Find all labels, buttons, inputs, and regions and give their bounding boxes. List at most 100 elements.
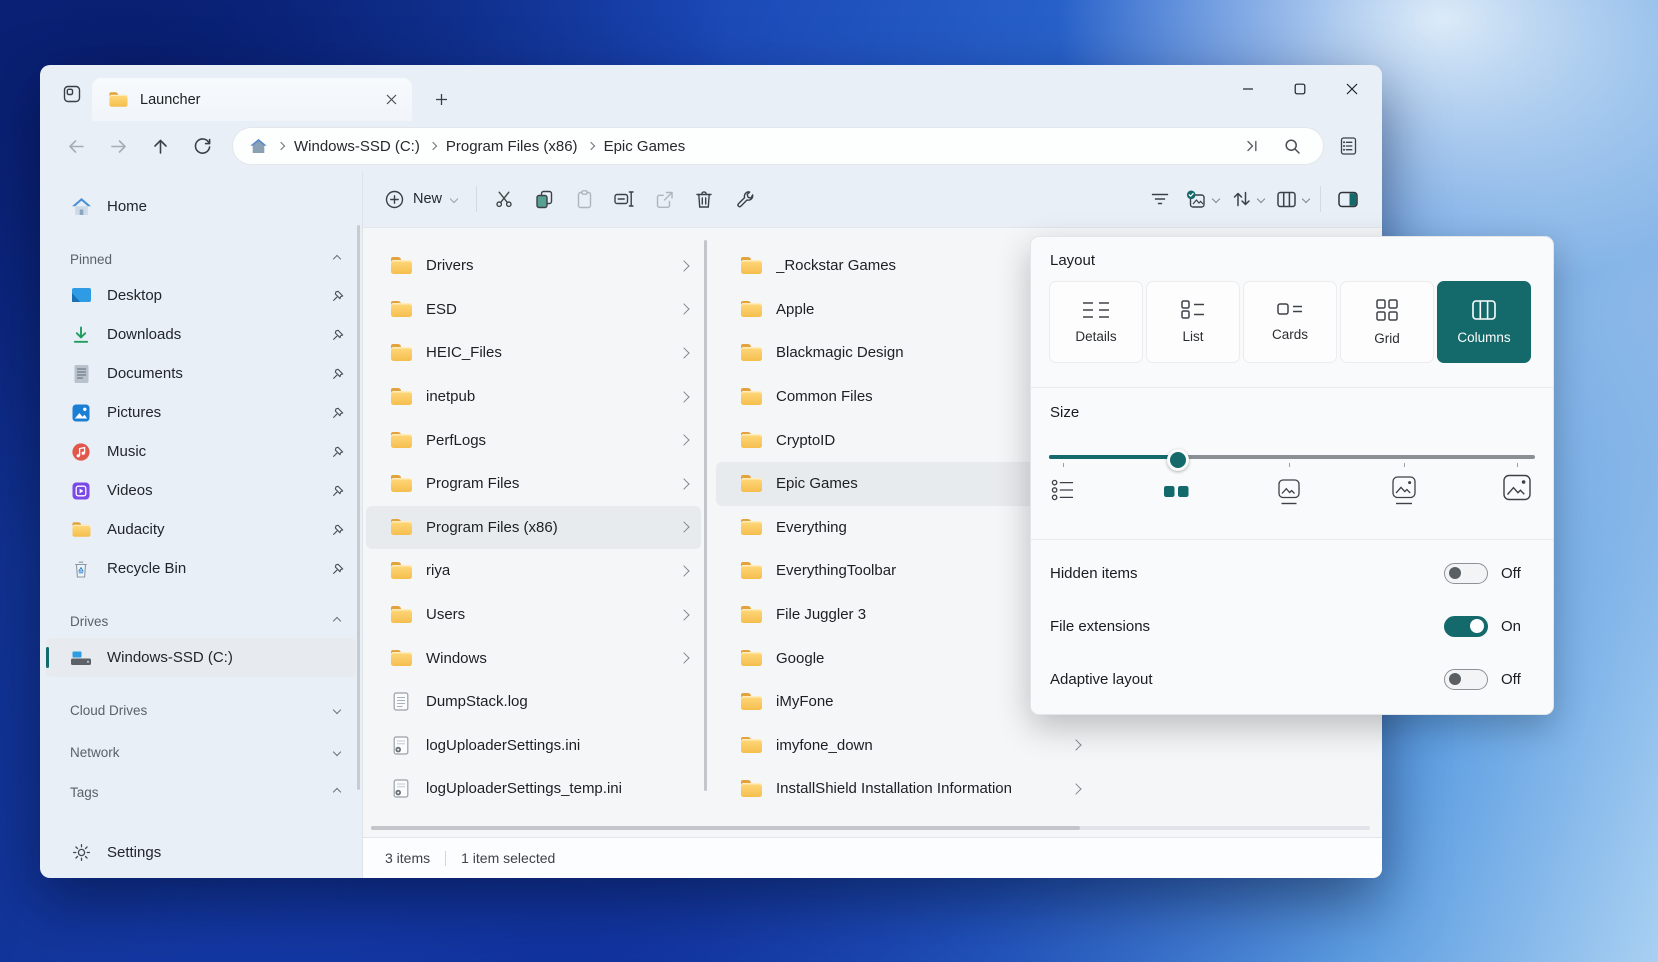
select-dropdown[interactable] xyxy=(1180,181,1225,217)
sidebar-item-pictures[interactable]: Pictures xyxy=(40,393,362,432)
layout-option-list[interactable]: List xyxy=(1146,281,1240,363)
layout-option-cards[interactable]: Cards xyxy=(1243,281,1337,363)
back-button[interactable] xyxy=(58,129,94,163)
file-name: Windows xyxy=(426,650,487,667)
sidebar-item-windows-ssd[interactable]: Windows-SSD (C:) xyxy=(46,638,356,677)
file-row[interactable]: HEIC_Files xyxy=(366,331,701,375)
home-icon xyxy=(249,137,268,155)
folder-icon xyxy=(740,256,762,276)
file-row[interactable]: Windows xyxy=(366,636,701,680)
layout-option-grid[interactable]: Grid xyxy=(1340,281,1434,363)
slider-fill xyxy=(1049,455,1175,459)
sidebar-item-downloads[interactable]: Downloads xyxy=(40,315,362,354)
search-button[interactable] xyxy=(1277,129,1307,163)
chevron-down-icon xyxy=(1212,195,1220,203)
view-dropdown[interactable] xyxy=(1270,181,1313,217)
slider-thumb[interactable] xyxy=(1167,449,1189,471)
maximize-button[interactable] xyxy=(1274,67,1326,111)
tab-launcher[interactable]: Launcher xyxy=(92,78,412,121)
sidebar-section-tags[interactable]: Tags xyxy=(40,775,362,809)
file-row[interactable]: Users xyxy=(366,593,701,637)
sidebar-section-network[interactable]: Network xyxy=(40,735,362,769)
layout-option-columns[interactable]: Columns xyxy=(1437,281,1531,363)
tab-close-button[interactable] xyxy=(378,87,404,113)
folder-icon xyxy=(390,605,412,625)
sidebar-item-settings[interactable]: Settings xyxy=(40,832,362,872)
share-button[interactable] xyxy=(644,181,684,217)
sidebar-item-label: Settings xyxy=(107,844,161,861)
up-button[interactable] xyxy=(142,129,178,163)
size-slider[interactable] xyxy=(1049,449,1535,465)
sidebar-section-pinned[interactable]: Pinned xyxy=(40,242,362,276)
file-extensions-toggle[interactable] xyxy=(1444,616,1488,637)
file-row-selected[interactable]: Program Files (x86) xyxy=(366,506,701,550)
chevron-right-icon xyxy=(1070,783,1081,794)
preview-pane-toggle[interactable] xyxy=(1328,181,1368,217)
new-tab-button[interactable] xyxy=(428,86,454,112)
size-extra-large-icon[interactable] xyxy=(1502,474,1532,511)
chevron-right-icon xyxy=(678,478,689,489)
size-medium-icon[interactable] xyxy=(1277,479,1301,511)
file-row[interactable]: DumpStack.log xyxy=(366,680,701,724)
hidden-items-toggle[interactable] xyxy=(1444,563,1488,584)
size-list-icon[interactable] xyxy=(1051,479,1075,506)
file-name: File Juggler 3 xyxy=(776,606,866,623)
grid-layout-icon xyxy=(1376,299,1398,321)
sidebar-item-recycle-bin[interactable]: Recycle Bin xyxy=(40,549,362,588)
toggle-state: Off xyxy=(1501,671,1537,688)
close-button[interactable] xyxy=(1326,67,1378,111)
horizontal-scrollbar[interactable] xyxy=(371,826,1370,830)
clipboard-list-button[interactable] xyxy=(1330,129,1366,163)
sidebar-item-documents[interactable]: Documents xyxy=(40,354,362,393)
file-row[interactable]: InstallShield Installation Information xyxy=(716,767,1093,811)
new-button[interactable]: New xyxy=(373,181,469,217)
adaptive-layout-toggle[interactable] xyxy=(1444,669,1488,690)
chevron-right-icon xyxy=(678,435,689,446)
delete-button[interactable] xyxy=(684,181,724,217)
breadcrumb-separator-icon xyxy=(429,142,437,150)
minimize-button[interactable] xyxy=(1222,67,1274,111)
vertical-tabs-button[interactable] xyxy=(56,79,88,109)
sidebar-item-videos[interactable]: Videos xyxy=(40,471,362,510)
file-row[interactable]: PerfLogs xyxy=(366,418,701,462)
breadcrumb-item-program-files-x86[interactable]: Program Files (x86) xyxy=(446,138,578,155)
sidebar-item-music[interactable]: Music xyxy=(40,432,362,471)
copy-button[interactable] xyxy=(524,181,564,217)
file-row[interactable]: riya xyxy=(366,549,701,593)
file-row[interactable]: logUploaderSettings.ini xyxy=(366,724,701,768)
filter-button[interactable] xyxy=(1140,181,1180,217)
file-row[interactable]: inetpub xyxy=(366,375,701,419)
file-row[interactable]: Drivers xyxy=(366,244,701,288)
forward-button[interactable] xyxy=(100,129,136,163)
sidebar-scrollbar[interactable] xyxy=(357,225,360,790)
sort-dropdown[interactable] xyxy=(1225,181,1270,217)
refresh-button[interactable] xyxy=(184,129,220,163)
filter-icon xyxy=(1150,190,1170,208)
sidebar-section-cloud-drives[interactable]: Cloud Drives xyxy=(40,693,362,727)
scrollbar-thumb[interactable] xyxy=(371,826,1080,830)
properties-button[interactable] xyxy=(724,181,764,217)
file-name: InstallShield Installation Information xyxy=(776,780,1012,797)
breadcrumb-item-drive[interactable]: Windows-SSD (C:) xyxy=(294,138,420,155)
sidebar-section-drives[interactable]: Drives xyxy=(40,604,362,638)
paste-button[interactable] xyxy=(564,181,604,217)
layout-options: Details List Cards Grid Columns xyxy=(1049,281,1531,363)
layout-option-details[interactable]: Details xyxy=(1049,281,1143,363)
sidebar-item-desktop[interactable]: Desktop xyxy=(40,276,362,315)
file-row[interactable]: Program Files xyxy=(366,462,701,506)
column-scrollbar[interactable] xyxy=(704,240,707,791)
size-small-icon[interactable] xyxy=(1163,485,1189,504)
breadcrumb-bar[interactable]: Windows-SSD (C:) Program Files (x86) Epi… xyxy=(232,127,1324,165)
sidebar-item-audacity[interactable]: Audacity xyxy=(40,510,362,549)
sidebar-item-home[interactable]: Home xyxy=(40,187,362,226)
file-row[interactable]: logUploaderSettings_temp.ini xyxy=(366,767,701,811)
file-name: HEIC_Files xyxy=(426,344,502,361)
file-row[interactable]: ESD xyxy=(366,288,701,332)
cut-button[interactable] xyxy=(484,181,524,217)
slider-tick xyxy=(1517,463,1518,467)
rename-button[interactable] xyxy=(604,181,644,217)
size-large-icon[interactable] xyxy=(1391,476,1417,511)
breadcrumb-item-epic-games[interactable]: Epic Games xyxy=(604,138,686,155)
go-to-end-button[interactable] xyxy=(1237,129,1267,163)
file-row[interactable]: imyfone_down xyxy=(716,724,1093,768)
